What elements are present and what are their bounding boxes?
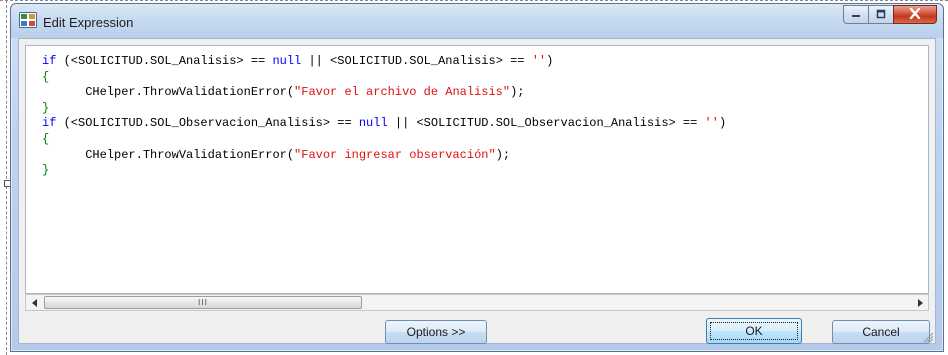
code-token: ) <box>546 54 554 68</box>
edit-expression-dialog: Edit Expression if (<SOLICITUD.SOL_Anali… <box>10 3 944 352</box>
code-line[interactable]: { <box>42 70 726 86</box>
scroll-right-button[interactable] <box>911 295 928 310</box>
code-token: CHelper.ThrowValidationError( <box>42 147 295 162</box>
code-line[interactable]: if (<SOLICITUD.SOL_Analisis> == null || … <box>42 54 726 70</box>
scroll-right-arrow-icon <box>917 294 923 312</box>
code-string: '' <box>531 54 547 68</box>
code-token: || <SOLICITUD.SOL_Analisis> == <box>301 54 532 68</box>
caption-buttons <box>843 5 937 26</box>
designer-selection-border-left <box>6 0 8 355</box>
options-button-label: Options >> <box>406 325 466 339</box>
maximize-icon <box>876 6 886 24</box>
code-line[interactable]: } <box>42 101 726 117</box>
title-bar[interactable]: Edit Expression <box>11 4 943 38</box>
code-line[interactable]: if (<SOLICITUD.SOL_Observacion_Analisis>… <box>42 116 726 132</box>
dialog-client-area: if (<SOLICITUD.SOL_Analisis> == null || … <box>18 38 936 344</box>
window-title: Edit Expression <box>43 15 134 30</box>
code-brace: } <box>42 100 50 115</box>
close-icon <box>909 6 921 24</box>
code-line[interactable]: CHelper.ThrowValidationError("Favor el a… <box>42 85 726 101</box>
scroll-left-button[interactable] <box>26 295 43 310</box>
code-string: "Favor el archivo de Analisis" <box>294 85 511 100</box>
code-token: (<SOLICITUD.SOL_Observacion_Analisis> == <box>56 116 359 131</box>
code-keyword: if <box>42 116 57 131</box>
expression-editor-icon <box>19 12 37 28</box>
code-keyword: null <box>358 116 388 131</box>
scroll-left-arrow-icon <box>31 294 38 312</box>
minimize-button[interactable] <box>843 5 869 24</box>
resize-grip-icon[interactable] <box>922 330 934 343</box>
maximize-button[interactable] <box>868 5 894 24</box>
code-token: || <SOLICITUD.SOL_Observacion_Analisis> … <box>387 116 705 131</box>
code-token: ); <box>495 147 511 162</box>
code-string: '' <box>704 116 719 131</box>
scroll-thumb-grip: III <box>197 298 209 307</box>
code-token: (<SOLICITUD.SOL_Analisis> == <box>56 54 273 68</box>
options-button[interactable]: Options >> <box>385 320 487 344</box>
code-keyword: null <box>272 54 302 68</box>
code-string: "Favor ingresar observación" <box>294 147 496 162</box>
code-line[interactable]: { <box>42 132 726 148</box>
code-token: ) <box>718 116 727 131</box>
close-button[interactable] <box>893 5 937 24</box>
cancel-button-label: Cancel <box>862 325 900 339</box>
code-token: ); <box>510 85 525 100</box>
code-token: CHelper.ThrowValidationError( <box>42 85 295 100</box>
code-brace: { <box>42 69 50 84</box>
cancel-button[interactable]: Cancel <box>832 320 930 344</box>
code-text[interactable]: if (<SOLICITUD.SOL_Analisis> == null || … <box>42 54 726 179</box>
horizontal-scrollbar[interactable]: III <box>25 294 929 311</box>
minimize-icon <box>851 6 861 24</box>
ok-button[interactable]: OK <box>706 318 802 344</box>
scroll-thumb[interactable]: III <box>44 296 362 309</box>
code-line[interactable]: } <box>42 163 726 179</box>
code-keyword: if <box>42 54 57 68</box>
focus-rectangle <box>710 322 798 340</box>
expression-editor[interactable]: if (<SOLICITUD.SOL_Analisis> == null || … <box>25 45 929 294</box>
code-line[interactable]: CHelper.ThrowValidationError("Favor ingr… <box>42 148 726 164</box>
code-brace: { <box>42 131 50 146</box>
code-brace: } <box>42 163 50 178</box>
